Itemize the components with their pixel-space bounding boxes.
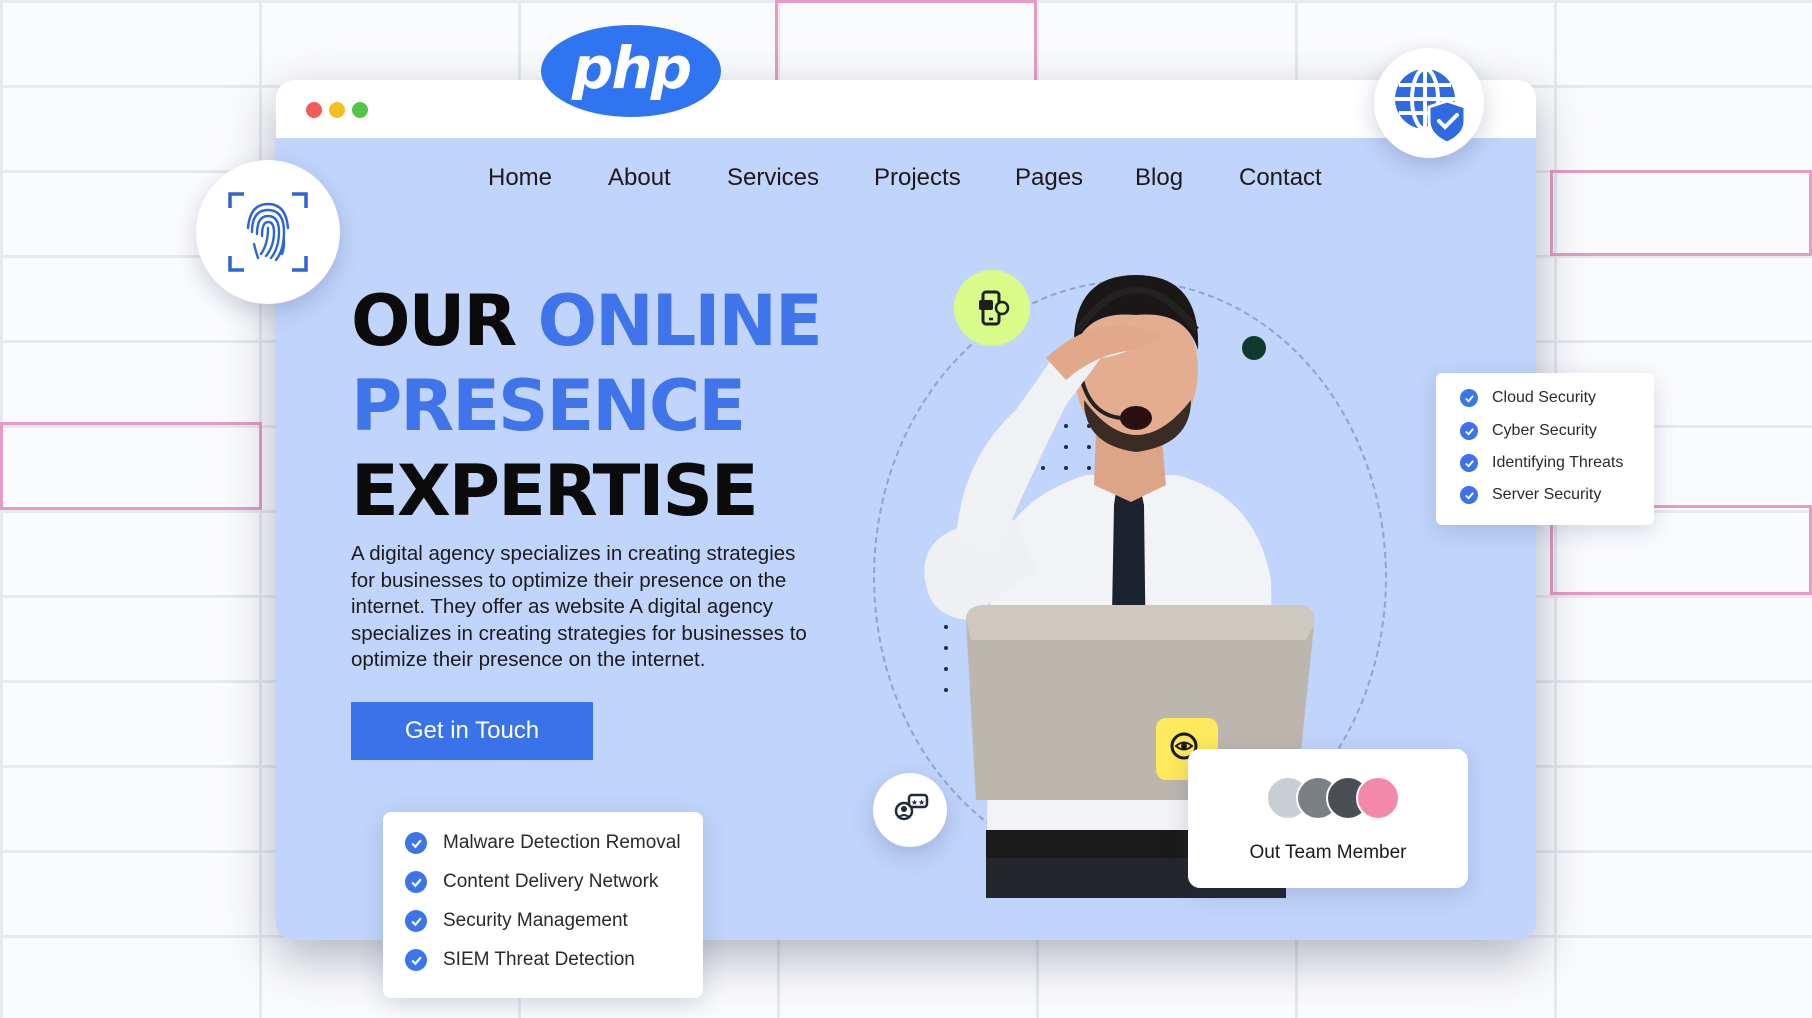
services-card: Malware Detection Removal Content Delive…	[383, 812, 703, 998]
hero-description: A digital agency specializes in creating…	[351, 542, 807, 671]
decorative-frame	[1550, 170, 1812, 256]
check-icon	[405, 871, 427, 893]
nav-contact[interactable]: Contact	[1239, 164, 1322, 192]
list-item: Content Delivery Network	[405, 871, 658, 893]
list-item: Server Security	[1460, 486, 1601, 504]
check-icon	[405, 910, 427, 932]
check-icon	[405, 949, 427, 971]
svg-text:★★: ★★	[911, 798, 925, 807]
nav-projects[interactable]: Projects	[874, 164, 961, 192]
hero-title-word-accent: ONLINE	[537, 280, 823, 362]
list-item-label: Content Delivery Network	[443, 871, 659, 892]
check-icon	[1460, 422, 1478, 440]
php-logo: php	[541, 25, 721, 117]
main-nav: Home About Services Projects Pages Blog …	[276, 164, 1536, 204]
avatar	[1356, 776, 1400, 820]
list-item: Security Management	[405, 910, 628, 932]
nav-services[interactable]: Services	[727, 164, 819, 192]
check-icon	[1460, 389, 1478, 407]
decorative-frame	[775, 0, 1037, 84]
browser-window: Home About Services Projects Pages Blog …	[276, 80, 1536, 940]
security-features-card: Cloud Security Cyber Security Identifyin…	[1436, 373, 1654, 525]
list-item-label: Malware Detection Removal	[443, 832, 681, 853]
list-item: Identifying Threats	[1460, 454, 1623, 472]
user-review-icon: ★★	[894, 793, 929, 821]
globe-shield-icon	[1395, 67, 1467, 145]
list-item: SIEM Threat Detection	[405, 949, 635, 971]
nav-home[interactable]: Home	[488, 164, 552, 192]
minimize-dot[interactable]	[329, 102, 345, 118]
decorative-frame	[0, 422, 262, 510]
list-item-label: Identifying Threats	[1492, 454, 1624, 471]
maximize-dot[interactable]	[352, 102, 368, 118]
list-item-label: Cyber Security	[1492, 422, 1597, 439]
nav-blog[interactable]: Blog	[1135, 164, 1183, 192]
globe-shield-badge[interactable]	[1374, 48, 1484, 158]
check-icon	[1460, 454, 1478, 472]
hero-title-line-2: PRESENCE	[351, 365, 746, 447]
fingerprint-icon	[228, 192, 308, 272]
team-avatars	[1266, 776, 1400, 820]
php-logo-text: php	[571, 34, 692, 102]
get-in-touch-button[interactable]: Get in Touch	[351, 702, 593, 760]
phone-share-badge[interactable]	[954, 270, 1030, 346]
team-member-card[interactable]: Out Team Member	[1188, 749, 1468, 888]
check-icon	[405, 832, 427, 854]
window-titlebar	[276, 80, 1536, 138]
user-review-badge[interactable]: ★★	[873, 773, 947, 847]
list-item: Malware Detection Removal	[405, 832, 681, 854]
list-item-label: SIEM Threat Detection	[443, 949, 635, 970]
hero-title-line-1: OUR ONLINE	[351, 286, 823, 356]
hero-title-line-3: EXPERTISE	[351, 450, 759, 532]
list-item: Cloud Security	[1460, 389, 1596, 407]
list-item-label: Cloud Security	[1492, 389, 1597, 406]
list-item-label: Server Security	[1492, 486, 1602, 503]
fingerprint-badge[interactable]	[196, 160, 340, 304]
list-item-label: Security Management	[443, 910, 628, 931]
nav-pages[interactable]: Pages	[1015, 164, 1083, 192]
phone-share-icon	[979, 290, 1010, 326]
check-icon	[1460, 486, 1478, 504]
close-dot[interactable]	[306, 102, 322, 118]
hero-title-word: OUR	[351, 280, 517, 362]
team-card-label: Out Team Member	[1249, 842, 1407, 863]
list-item: Cyber Security	[1460, 422, 1597, 440]
nav-about[interactable]: About	[608, 164, 671, 192]
